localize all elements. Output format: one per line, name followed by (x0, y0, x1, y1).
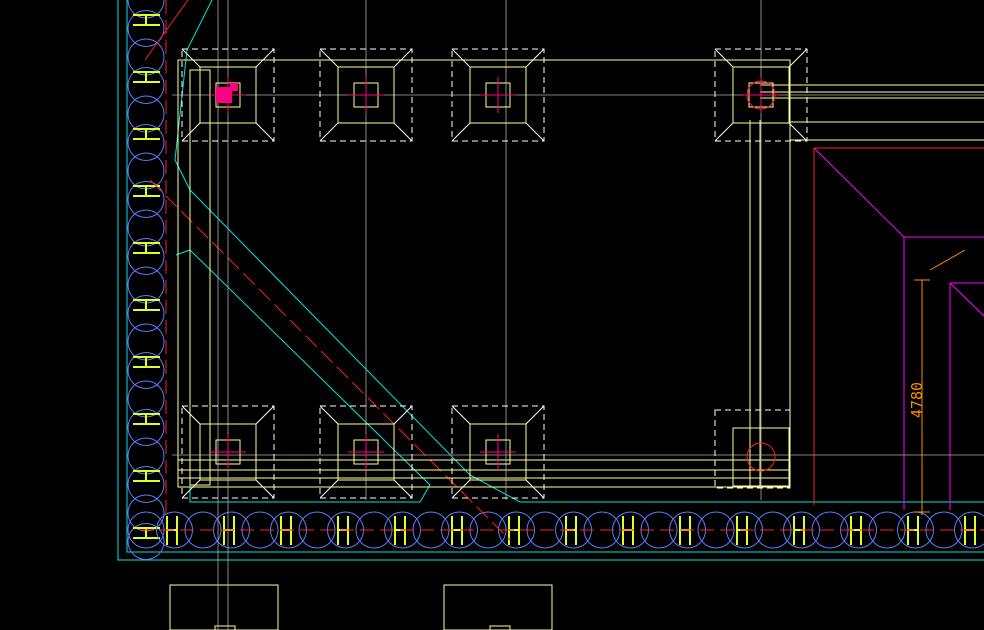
dimension-label: 4780 (908, 382, 926, 418)
cad-drawing-canvas[interactable]: 4780 (0, 0, 984, 630)
